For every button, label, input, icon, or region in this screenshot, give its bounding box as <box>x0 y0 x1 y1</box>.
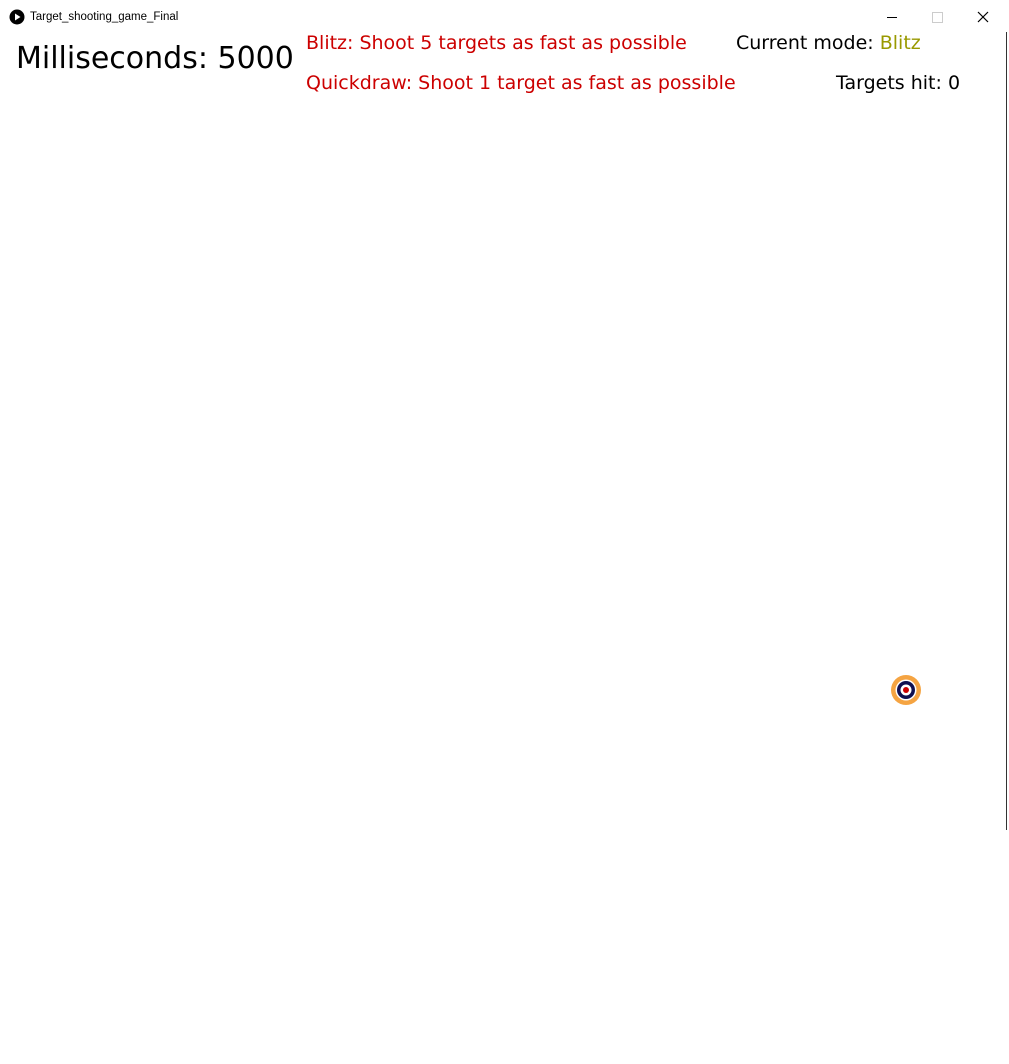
minimize-button[interactable] <box>872 2 912 32</box>
current-mode-label: Current mode: <box>736 32 874 54</box>
target-icon <box>891 675 921 705</box>
minimize-icon <box>887 17 897 18</box>
current-mode-readout: Current mode: Blitz <box>736 31 921 55</box>
target[interactable] <box>890 674 922 706</box>
maximize-icon <box>932 12 943 23</box>
close-icon <box>977 11 989 23</box>
window-title: Target_shooting_game_Final <box>30 11 179 23</box>
targets-hit-value: 0 <box>947 72 961 94</box>
current-mode-value: Blitz <box>879 32 921 54</box>
maximize-button[interactable] <box>917 2 957 32</box>
app-window: Target_shooting_game_Final Milliseconds:… <box>0 0 1009 1064</box>
quickdraw-mode-description: Quickdraw: Shoot 1 target as fast as pos… <box>306 72 736 94</box>
timer-value: 5000 <box>217 41 294 76</box>
targets-hit-label: Targets hit: <box>836 72 942 94</box>
targets-hit-readout: Targets hit: 0 <box>836 71 960 95</box>
title-bar[interactable]: Target_shooting_game_Final <box>0 0 1009 32</box>
timer-label: Milliseconds: <box>16 41 208 76</box>
play-icon <box>9 9 25 25</box>
canvas-border <box>1006 32 1007 830</box>
blitz-mode-description: Blitz: Shoot 5 targets as fast as possib… <box>306 32 687 54</box>
timer-readout: Milliseconds: 5000 <box>16 40 294 78</box>
close-button[interactable] <box>963 2 1003 32</box>
game-canvas[interactable] <box>0 32 1006 830</box>
